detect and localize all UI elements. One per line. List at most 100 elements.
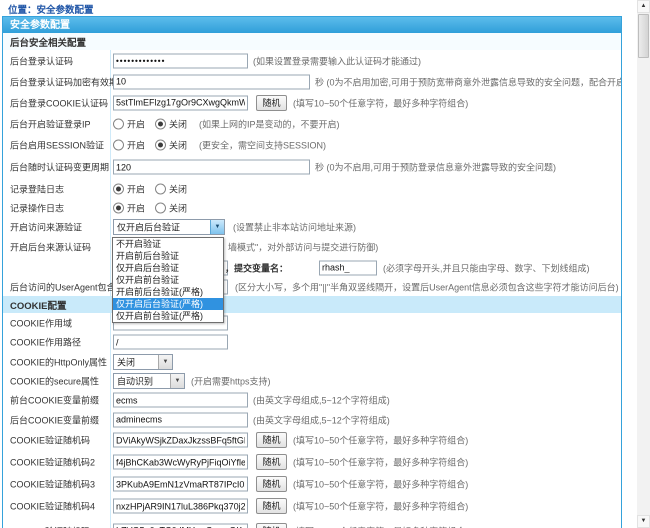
chevron-down-icon[interactable]: ▼ — [210, 220, 224, 234]
field-hint: (设置禁止非本站访问地址来源) — [233, 221, 356, 234]
dropdown-option[interactable]: 仅开启后台验证 — [113, 262, 223, 274]
field-hint: (由英文字母组成,5~12个字符组成) — [253, 394, 390, 407]
panel-title: 安全参数配置 — [3, 17, 621, 34]
cookie-rand1-input[interactable] — [113, 433, 248, 448]
scrollbar-thumb[interactable] — [638, 14, 649, 58]
field-label: 记录登陆日志 — [10, 182, 64, 195]
radio-off[interactable] — [155, 140, 166, 151]
dropdown-option[interactable]: 不开启验证 — [113, 238, 223, 250]
row-cookie-domain: COOKIE作用域 — [3, 313, 621, 333]
chevron-down-icon[interactable]: ▼ — [158, 355, 172, 369]
front-cookie-prefix-input[interactable] — [113, 393, 248, 408]
field-label: 后台随时认证码变更周期 — [10, 161, 109, 174]
row-cookie-rand4: COOKIE验证随机码4 随机 (填写10~50个任意字符，最好多种字符组合) — [3, 495, 621, 518]
row-verify-login-ip: 后台开启验证登录IP 开启 关闭 (如果上网的IP是变动的，不要开启) — [3, 113, 621, 135]
field-label: COOKIE验证随机码4 — [10, 500, 95, 513]
field-label: COOKIE验证随机码5 — [10, 524, 95, 528]
field-hint: (填写10~50个任意字符，最好多种字符组合) — [293, 456, 468, 469]
dropdown-option[interactable]: 仅开启前台验证 — [113, 274, 223, 286]
radio-on[interactable] — [113, 140, 124, 151]
submit-var-input[interactable] — [319, 260, 377, 275]
random-button[interactable]: 随机 — [256, 95, 287, 111]
row-cookie-rand2: COOKIE验证随机码2 随机 (填写10~50个任意字符，最好多种字符组合) — [3, 451, 621, 474]
cookie-rand5-input[interactable] — [113, 523, 248, 528]
field-hint: (填写10~50个任意字符，最好多种字符组合) — [293, 524, 468, 528]
field-label: 后台COOKIE变量前缀 — [10, 413, 99, 426]
dropdown-option[interactable]: 开启前后台验证(严格) — [113, 286, 223, 298]
field-label: 后台登录认证码加密有效期 — [10, 75, 118, 88]
scroll-up-icon[interactable]: ▲ — [637, 0, 650, 13]
field-label: 记录操作日志 — [10, 202, 64, 215]
field-hint: (更安全，需空间支持SESSION) — [199, 139, 326, 152]
login-auth-code-input[interactable] — [113, 53, 248, 68]
field-hint: 秒 (0为不启用,可用于预防登录信息意外泄露导致的安全问题) — [315, 161, 556, 174]
random-button[interactable]: 随机 — [256, 432, 287, 448]
field-label: 后台登录认证码 — [10, 54, 73, 67]
radio-on-label: 开启 — [127, 139, 145, 152]
section-cookie-config: COOKIE配置 — [3, 296, 621, 314]
scroll-down-icon[interactable]: ▼ — [637, 515, 650, 528]
radio-on[interactable] — [113, 118, 124, 129]
row-cookie-rand5: COOKIE验证随机码5 随机 (填写10~50个任意字符，最好多种字符组合) — [3, 517, 621, 528]
radio-off-label: 关闭 — [169, 117, 187, 130]
dropdown-option[interactable]: 仅开启前台验证(严格) — [113, 310, 223, 322]
row-source-verify: 开启访问来源验证 仅开启后台验证 ▼ (设置禁止非本站访问地址来源) — [3, 217, 621, 238]
field-label: COOKIE验证随机码2 — [10, 456, 95, 469]
random-button[interactable]: 随机 — [256, 523, 287, 528]
radio-off[interactable] — [155, 118, 166, 129]
source-verify-dropdown-list: 不开启验证 开启前后台验证 仅开启后台验证 仅开启前台验证 开启前后台验证(严格… — [112, 237, 224, 323]
field-hint: (如果设置登录需要输入此认证码才能通过) — [253, 54, 421, 67]
cookie-path-input[interactable] — [113, 335, 228, 350]
radio-on-label: 开启 — [127, 117, 145, 130]
row-auth-code-expire: 后台登录认证码加密有效期 秒 (0为不启用加密,可用于预防宽带商意外泄露信息导致… — [3, 71, 621, 93]
field-label: 后台开启验证登录IP — [10, 117, 91, 130]
radio-on[interactable] — [113, 203, 124, 214]
auth-change-period-input[interactable] — [113, 160, 310, 175]
dropdown-option[interactable]: 仅开启后台验证(严格) — [113, 298, 223, 310]
radio-on-label: 开启 — [127, 202, 145, 215]
auth-code-expire-input[interactable] — [113, 74, 310, 89]
cookie-httponly-select[interactable]: 关闭 ▼ — [113, 354, 173, 370]
cookie-rand4-input[interactable] — [113, 499, 248, 514]
source-verify-select[interactable]: 仅开启后台验证 ▼ — [113, 219, 225, 235]
breadcrumb[interactable]: 位置：安全参数配置 — [8, 2, 94, 16]
field-hint: (填写10~50个任意字符，最好多种字符组合) — [293, 434, 468, 447]
row-cookie-rand1: COOKIE验证随机码 随机 (填写10~50个任意字符，最好多种字符组合) — [3, 429, 621, 452]
section-backend-security: 后台安全相关配置 — [3, 33, 621, 51]
field-label: COOKIE验证随机码 — [10, 434, 90, 447]
cookie-secure-select[interactable]: 自动识别 ▼ — [113, 373, 185, 389]
submit-var-label: ，提交变量名： — [225, 261, 288, 274]
row-admin-cookie-prefix: 后台COOKIE变量前缀 (由英文字母组成,5~12个字符组成) — [3, 410, 621, 430]
radio-off-label: 关闭 — [169, 139, 187, 152]
random-button[interactable]: 随机 — [256, 476, 287, 492]
field-hint: (必须字母开头,并且只能由字母、数字、下划线组成) — [383, 261, 590, 274]
field-hint: (开启需要https支持) — [191, 374, 271, 387]
row-submit-var: ，提交变量名： (必须字母开头,并且只能由字母、数字、下划线组成) — [3, 257, 621, 279]
login-cookie-auth-input[interactable] — [113, 95, 248, 110]
field-hint: (填写10~50个任意字符，最好多种字符组合) — [293, 478, 468, 491]
dropdown-option[interactable]: 开启前后台验证 — [113, 250, 223, 262]
field-hint: (区分大小写，多个用"||"半角双竖线隔开，设置后UserAgent信息必须包含… — [235, 281, 619, 294]
field-hint: (如果上网的IP是变动的，不要开启) — [199, 117, 340, 130]
field-hint: 秒 (0为不启用加密,可用于预防宽带商意外泄露信息导致的安全问题，配合开启验证码… — [315, 75, 622, 88]
field-hint: (填写10~50个任意字符，最好多种字符组合) — [293, 500, 468, 513]
row-login-auth-code: 后台登录认证码 (如果设置登录需要输入此认证码才能通过) — [3, 50, 621, 72]
radio-off-label: 关闭 — [169, 202, 187, 215]
security-config-panel: 安全参数配置 后台安全相关配置 后台登录认证码 (如果设置登录需要输入此认证码才… — [2, 16, 622, 528]
field-label: 前台COOKIE变量前缀 — [10, 394, 99, 407]
row-cookie-rand3: COOKIE验证随机码3 随机 (填写10~50个任意字符，最好多种字符组合) — [3, 473, 621, 496]
random-button[interactable]: 随机 — [256, 454, 287, 470]
cookie-rand3-input[interactable] — [113, 477, 248, 492]
row-source-auth-code: 开启后台来源认证码 墙模式"，对外部访问与提交进行防御) — [3, 237, 621, 258]
admin-cookie-prefix-input[interactable] — [113, 412, 248, 427]
row-op-log: 记录操作日志 开启 关闭 — [3, 199, 621, 218]
field-hint: (由英文字母组成,5~12个字符组成) — [253, 413, 390, 426]
random-button[interactable]: 随机 — [256, 498, 287, 514]
radio-off[interactable] — [155, 183, 166, 194]
row-front-cookie-prefix: 前台COOKIE变量前缀 (由英文字母组成,5~12个字符组成) — [3, 390, 621, 411]
radio-off[interactable] — [155, 203, 166, 214]
cookie-rand2-input[interactable] — [113, 455, 248, 470]
radio-on[interactable] — [113, 183, 124, 194]
vertical-scrollbar[interactable]: ▲ ▼ — [637, 0, 650, 528]
chevron-down-icon[interactable]: ▼ — [170, 374, 184, 388]
